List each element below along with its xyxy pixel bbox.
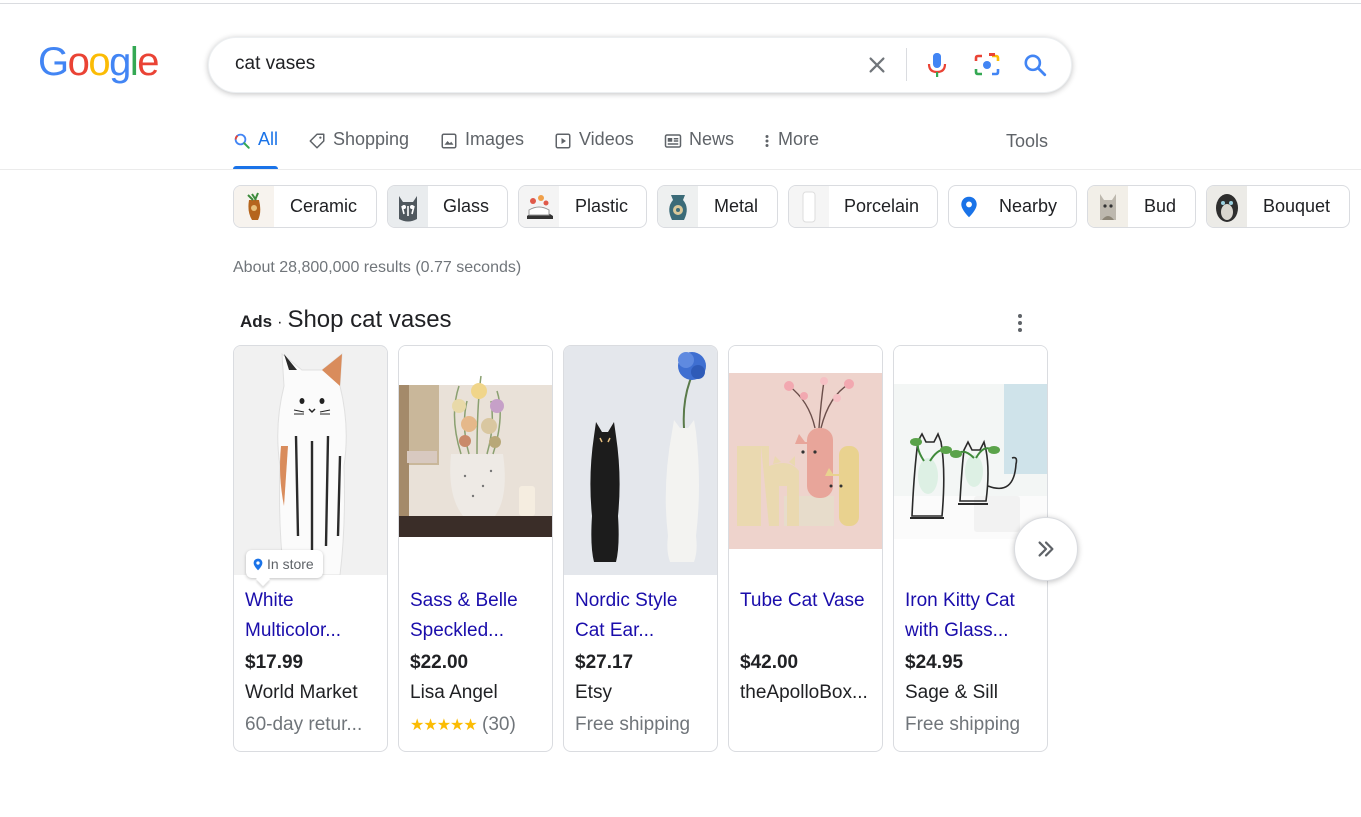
chip-label: Porcelain: [844, 196, 920, 216]
chip-label: Metal: [714, 196, 759, 216]
ceramic-vase-thumbnail: [234, 186, 274, 227]
chip-porcelain[interactable]: Porcelain: [788, 185, 938, 228]
news-icon: [664, 134, 682, 148]
in-store-badge: In store: [246, 550, 323, 578]
ads-separator: ·: [277, 314, 283, 331]
chip-glass[interactable]: Glass: [387, 185, 508, 228]
ads-label: Ads: [240, 312, 273, 331]
bouquet-vase-thumbnail: [1207, 186, 1247, 227]
product-title[interactable]: Tube Cat Vase: [740, 586, 876, 616]
plastic-vase-thumbnail: [519, 186, 559, 227]
product-shipping: Free shipping: [905, 714, 1021, 735]
product-price: $42.00: [740, 652, 799, 673]
rating-count: (30): [482, 714, 516, 735]
product-merchant: theApolloBox...: [740, 682, 868, 703]
product-merchant: World Market: [245, 682, 358, 703]
product-title[interactable]: Sass & Belle Speckled...: [410, 586, 546, 646]
product-title[interactable]: Nordic Style Cat Ear...: [575, 586, 711, 646]
chip-label: Glass: [443, 196, 490, 216]
tab-videos[interactable]: Videos: [554, 129, 634, 169]
product-image-white-cat-vase: [234, 346, 387, 575]
product-image-tube-cat-vase: [729, 346, 882, 575]
product-rating: ★★★★★ (30): [410, 714, 550, 736]
tab-label: All: [258, 129, 279, 149]
search-divider: [906, 48, 907, 81]
search-icon: [234, 133, 250, 149]
product-card[interactable]: Sass & Belle Speckled... $22.00 Lisa Ang…: [398, 345, 553, 752]
bud-vase-thumbnail: [1088, 186, 1128, 227]
search-icon[interactable]: [1021, 51, 1049, 79]
chip-bud[interactable]: Bud: [1087, 185, 1196, 228]
tab-label: Images: [465, 129, 525, 149]
product-card[interactable]: Tube Cat Vase $42.00 theApolloBox...: [728, 345, 883, 752]
double-chevron-right-icon: [1038, 541, 1054, 557]
product-merchant: Etsy: [575, 682, 612, 703]
chip-plastic[interactable]: Plastic: [518, 185, 647, 228]
product-merchant: Lisa Angel: [410, 682, 498, 703]
logo-letter-e: e: [137, 40, 159, 84]
ads-header: Ads · Shop cat vases: [240, 306, 452, 334]
result-stats: About 28,800,000 results (0.77 seconds): [233, 259, 522, 276]
tab-label: More: [778, 129, 820, 149]
tab-shopping[interactable]: Shopping: [308, 129, 409, 169]
in-store-label: In store: [267, 556, 314, 572]
product-price: $24.95: [905, 652, 964, 673]
product-title[interactable]: White Multicolor...: [245, 586, 381, 646]
tab-label: News: [689, 129, 735, 149]
product-image-speckled-vase: [399, 346, 552, 575]
tag-icon: [309, 133, 325, 149]
more-vert-icon: [765, 135, 769, 147]
tab-news[interactable]: News: [664, 129, 734, 169]
search-box: [208, 37, 1072, 93]
tabs-divider: [0, 169, 1361, 170]
tab-images[interactable]: Images: [440, 129, 524, 169]
product-title[interactable]: Iron Kitty Cat with Glass...: [905, 586, 1041, 646]
ads-title: Shop cat vases: [287, 306, 452, 333]
logo-letter-o1: o: [67, 40, 90, 84]
microphone-icon[interactable]: [923, 51, 951, 79]
tab-all[interactable]: All: [233, 129, 278, 169]
product-price: $27.17: [575, 652, 634, 673]
logo-letter-g: G: [38, 40, 69, 84]
metal-vase-thumbnail: [658, 186, 698, 227]
chip-bouquet[interactable]: Bouquet: [1206, 185, 1350, 228]
chip-nearby[interactable]: Nearby: [948, 185, 1077, 228]
tab-label: Shopping: [333, 129, 410, 149]
play-icon: [555, 133, 571, 149]
google-logo[interactable]: Google: [38, 40, 159, 84]
chip-metal[interactable]: Metal: [657, 185, 778, 228]
ads-menu-icon[interactable]: [1012, 311, 1028, 335]
search-input[interactable]: [235, 53, 835, 75]
chip-label: Bud: [1144, 196, 1177, 216]
location-pin-icon: [949, 186, 989, 227]
chip-label: Plastic: [575, 196, 629, 216]
chip-label: Bouquet: [1263, 196, 1331, 216]
carousel-next-button[interactable]: [1014, 517, 1078, 581]
chip-label: Ceramic: [290, 196, 358, 216]
top-divider: [0, 3, 1361, 4]
product-merchant: Sage & Sill: [905, 682, 998, 703]
camera-lens-icon[interactable]: [973, 51, 1001, 79]
logo-letter-l: l: [129, 40, 139, 84]
product-card[interactable]: In store White Multicolor... $17.99 Worl…: [233, 345, 388, 752]
glass-vase-thumbnail: [388, 186, 428, 227]
product-image-nordic-cat-vases: [564, 346, 717, 575]
star-rating-icon: ★★★★★: [410, 717, 478, 734]
chip-ceramic[interactable]: Ceramic: [233, 185, 377, 228]
clear-icon[interactable]: [863, 51, 891, 79]
image-icon: [441, 133, 457, 149]
tab-label: Videos: [579, 129, 634, 149]
logo-letter-o2: o: [88, 40, 110, 84]
location-pin-icon: [253, 558, 263, 570]
product-price: $22.00: [410, 652, 469, 673]
product-shipping: Free shipping: [575, 714, 691, 735]
chip-label: Nearby: [999, 196, 1058, 216]
logo-letter-g2: g: [109, 40, 131, 84]
porcelain-vase-thumbnail: [789, 186, 829, 227]
product-card[interactable]: Nordic Style Cat Ear... $27.17 Etsy Free…: [563, 345, 718, 752]
tab-more[interactable]: More: [763, 129, 819, 169]
product-return-policy: 60-day retur...: [245, 714, 363, 735]
tools-button[interactable]: Tools: [1006, 131, 1048, 152]
product-price: $17.99: [245, 652, 304, 673]
